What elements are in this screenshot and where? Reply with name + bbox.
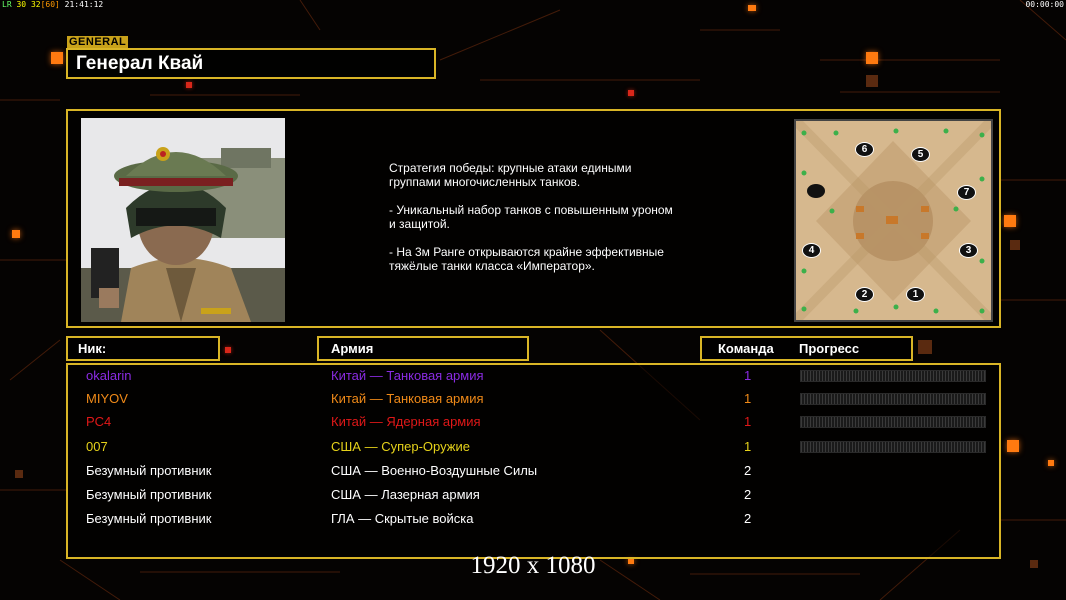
- player-nick: MIYOV: [86, 391, 128, 406]
- player-row: Безумный противник США — Военно-Воздушны…: [68, 461, 999, 485]
- player-row: 007 США — Супер-Оружие 1: [68, 437, 999, 461]
- fps-limit: [60]: [40, 0, 60, 9]
- deco-square: [1048, 460, 1054, 466]
- map-preview[interactable]: [794, 119, 993, 322]
- player-team: 1: [744, 391, 752, 406]
- column-header-progress: Прогресс: [799, 341, 860, 356]
- general-tag: GENERAL: [67, 36, 129, 48]
- player-row: okalarin Китай — Танковая армия 1: [68, 366, 999, 390]
- player-team: 1: [744, 368, 752, 383]
- start-slot-6[interactable]: 6: [855, 142, 874, 157]
- start-slot-5-label: 5: [917, 149, 924, 160]
- map-preview-image: [796, 121, 991, 320]
- deco-square: [186, 82, 192, 88]
- general-description: Стратегия победы: крупные атаки едиными …: [389, 161, 673, 273]
- start-slot-6-label: 6: [861, 144, 868, 155]
- player-team: 1: [744, 414, 752, 429]
- player-nick: Безумный противник: [86, 511, 212, 526]
- player-army: США — Лазерная армия: [331, 487, 480, 502]
- player-team: 2: [744, 463, 752, 478]
- clock: 21:41:12: [64, 0, 104, 9]
- frames-value: 32: [30, 0, 41, 9]
- player-army: Китай — Танковая армия: [331, 368, 484, 383]
- deco-square: [12, 230, 20, 238]
- player-row: MIYOV Китай — Танковая армия 1: [68, 389, 999, 413]
- player-nick: 007: [86, 439, 108, 454]
- player-nick: Безумный противник: [86, 463, 212, 478]
- start-slot-7-label: 7: [963, 187, 970, 198]
- player-army: Китай — Танковая армия: [331, 391, 484, 406]
- start-slot-3-label: 3: [965, 245, 972, 256]
- player-row: Безумный противник США — Лазерная армия …: [68, 485, 999, 509]
- player-progress-bar: [800, 370, 986, 382]
- start-slot-2-label: 2: [861, 289, 868, 300]
- player-army: ГЛА — Скрытые войска: [331, 511, 474, 526]
- fps-prefix: LR: [2, 0, 12, 9]
- player-progress-bar: [800, 441, 986, 453]
- game-timer: 00:00:00: [1025, 0, 1064, 9]
- deco-square: [225, 347, 231, 353]
- column-header-team: Команда: [718, 341, 774, 356]
- player-row: PC4 Китай — Ядерная армия 1: [68, 412, 999, 436]
- deco-square: [1007, 440, 1019, 452]
- player-army: США — Супер-Оружие: [331, 439, 470, 454]
- start-slot-4[interactable]: 4: [802, 243, 821, 258]
- player-nick: Безумный противник: [86, 487, 212, 502]
- fps-value: 30: [16, 0, 27, 9]
- deco-square: [628, 90, 634, 96]
- player-nick: okalarin: [86, 368, 132, 383]
- start-slot-7[interactable]: 7: [957, 185, 976, 200]
- player-row: Безумный противник ГЛА — Скрытые войска …: [68, 509, 999, 533]
- deco-square: [51, 52, 63, 64]
- column-header-army: Армия: [317, 336, 529, 361]
- deco-square: [866, 75, 878, 87]
- deco-square: [918, 340, 932, 354]
- player-team: 2: [744, 511, 752, 526]
- start-slot-4-label: 4: [808, 245, 815, 256]
- general-portrait: [81, 118, 285, 322]
- player-nick: PC4: [86, 414, 112, 429]
- deco-square: [748, 5, 756, 11]
- players-table: okalarin Китай — Танковая армия 1 MIYOV …: [66, 363, 1001, 559]
- start-slot-1[interactable]: 1: [906, 287, 925, 302]
- deco-square: [1010, 240, 1020, 250]
- deco-square: [866, 52, 878, 64]
- player-team: 2: [744, 487, 752, 502]
- start-slot-2[interactable]: 2: [855, 287, 874, 302]
- deco-square: [15, 470, 23, 478]
- start-slot-5[interactable]: 5: [911, 147, 930, 162]
- player-progress-bar: [800, 416, 986, 428]
- player-progress-bar: [800, 393, 986, 405]
- player-army: США — Военно-Воздушные Силы: [331, 463, 538, 478]
- fps-readout: LR 30 32[60] 21:41:12: [2, 0, 103, 9]
- player-army: Китай — Ядерная армия: [331, 414, 481, 429]
- deco-square: [1004, 215, 1016, 227]
- column-header-team-progress: Команда Прогресс: [700, 336, 913, 361]
- player-team: 1: [744, 439, 752, 454]
- general-portrait-image: [81, 118, 285, 322]
- start-slot-3[interactable]: 3: [959, 243, 978, 258]
- resolution-caption: 1920 x 1080: [470, 552, 596, 579]
- general-name: Генерал Квай: [66, 48, 436, 79]
- start-slot-1-label: 1: [912, 289, 919, 300]
- column-header-nick: Ник:: [66, 336, 220, 361]
